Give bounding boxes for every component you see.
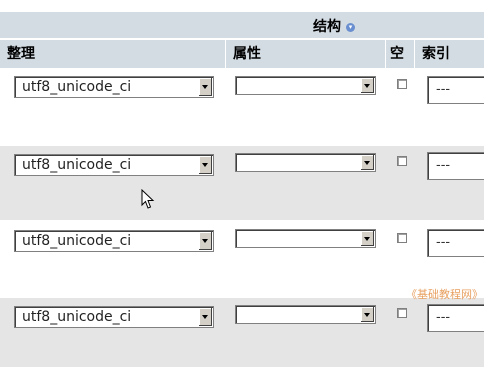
collation-value: utf8_unicode_ci bbox=[22, 309, 132, 325]
watermark: 《基础教程网》 bbox=[406, 288, 483, 301]
attribute-select[interactable] bbox=[235, 229, 376, 248]
chevron-down-icon[interactable] bbox=[360, 231, 374, 246]
collation-value: utf8_unicode_ci bbox=[22, 79, 132, 95]
collation-select[interactable]: utf8_unicode_ci bbox=[14, 306, 214, 328]
top-gap bbox=[0, 0, 484, 12]
index-value: --- bbox=[436, 158, 451, 173]
null-checkbox[interactable] bbox=[397, 233, 407, 243]
chevron-down-icon[interactable] bbox=[198, 156, 212, 174]
header-attributes[interactable]: 属性 bbox=[226, 40, 386, 68]
null-checkbox[interactable] bbox=[397, 79, 407, 89]
index-select[interactable]: --- bbox=[427, 229, 484, 257]
table-row: utf8_unicode_ci --- bbox=[0, 298, 484, 367]
attribute-select[interactable] bbox=[235, 153, 376, 172]
index-value: --- bbox=[436, 82, 451, 97]
collation-select[interactable]: utf8_unicode_ci bbox=[14, 154, 214, 176]
header-collation[interactable]: 整理 bbox=[0, 40, 226, 68]
table-row: utf8_unicode_ci --- bbox=[0, 146, 484, 220]
collation-select[interactable]: utf8_unicode_ci bbox=[14, 230, 214, 252]
structure-title-bar: 结构 ▾ bbox=[0, 12, 484, 38]
header-index[interactable]: 索引 bbox=[415, 40, 484, 68]
chevron-down-icon[interactable] bbox=[198, 78, 212, 96]
null-checkbox[interactable] bbox=[397, 156, 407, 166]
index-value: --- bbox=[436, 310, 451, 325]
circle-down-icon[interactable]: ▾ bbox=[346, 23, 355, 32]
chevron-down-icon[interactable] bbox=[360, 307, 374, 322]
chevron-down-icon[interactable] bbox=[198, 232, 212, 250]
null-checkbox[interactable] bbox=[397, 308, 407, 318]
index-select[interactable]: --- bbox=[427, 76, 484, 104]
collation-value: utf8_unicode_ci bbox=[22, 157, 132, 173]
chevron-down-icon[interactable] bbox=[360, 155, 374, 170]
index-select[interactable]: --- bbox=[427, 304, 484, 332]
attribute-select[interactable] bbox=[235, 76, 376, 95]
column-header-row: 整理 属性 空 索引 bbox=[0, 40, 484, 68]
index-select[interactable]: --- bbox=[427, 152, 484, 180]
table-row: utf8_unicode_ci --- bbox=[0, 222, 484, 296]
index-value: --- bbox=[436, 235, 451, 250]
table-row: utf8_unicode_ci --- bbox=[0, 68, 484, 142]
header-null[interactable]: 空 bbox=[386, 40, 415, 68]
mouse-cursor-icon bbox=[141, 189, 155, 209]
collation-select[interactable]: utf8_unicode_ci bbox=[14, 76, 214, 98]
structure-title: 结构 bbox=[313, 19, 341, 35]
chevron-down-icon[interactable] bbox=[360, 78, 374, 93]
collation-value: utf8_unicode_ci bbox=[22, 233, 132, 249]
attribute-select[interactable] bbox=[235, 305, 376, 324]
chevron-down-icon[interactable] bbox=[198, 308, 212, 326]
